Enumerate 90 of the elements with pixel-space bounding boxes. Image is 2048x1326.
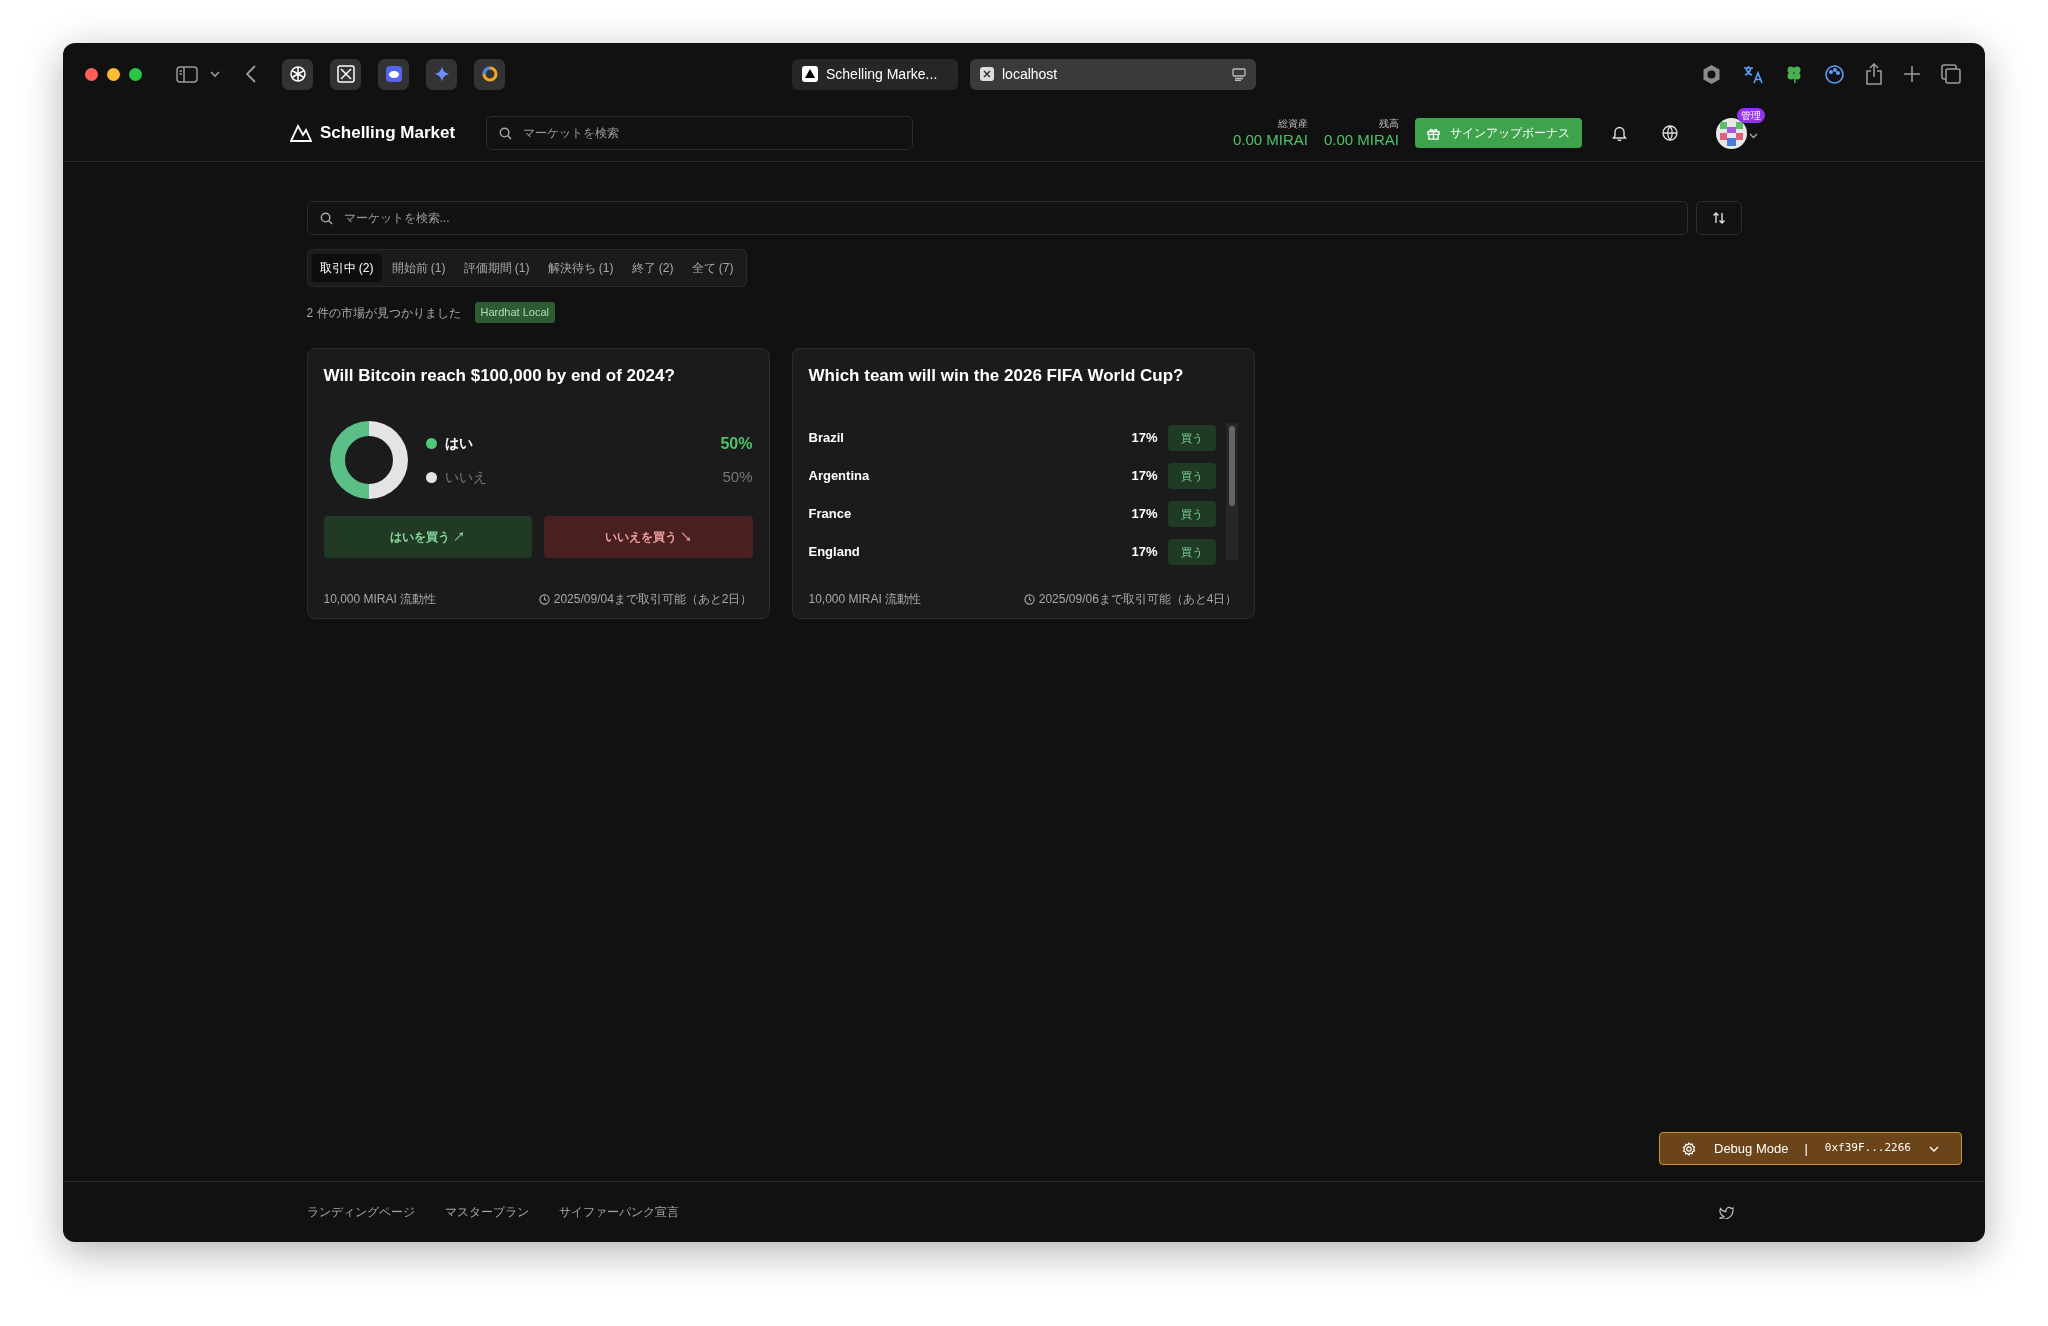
mountain-logo-icon[interactable]	[290, 124, 312, 142]
separator: |	[1804, 1139, 1808, 1158]
gear-icon	[1682, 1141, 1696, 1156]
translate-icon[interactable]	[1742, 63, 1764, 85]
market-card[interactable]: Will Bitcoin reach $100,000 by end of 2024? はい 50% いいえ 50% はいを買う ↗ いいえを買う ↘ 10,000 MIRAI 流動性 2025/09/04まで取引可能（あと2日）	[306, 348, 770, 619]
market-title[interactable]: Will Bitcoin reach $100,000 by end of 2024?	[323, 365, 753, 387]
filter-tab[interactable]: 開始前 (1)	[383, 254, 454, 282]
outcome-label: はい	[444, 434, 473, 454]
zoom-window-button[interactable]	[129, 67, 142, 81]
buy-button[interactable]: 買う	[1167, 539, 1216, 565]
outcome-label: いいえ	[444, 467, 487, 487]
minimize-window-button[interactable]	[107, 67, 120, 81]
outcome-percent: 17%	[1131, 543, 1158, 562]
market-card[interactable]: Which team will win the 2026 FIFA World Cup? Brazil 17% 買う Argentina 17% 買う France 17% 買う England 17% 買う 10,000 MIRAI 流動性 2025/09/06まで取引可能（あと4日）	[791, 348, 1255, 619]
chevron-down-icon[interactable]	[210, 70, 220, 78]
buy-button[interactable]: 買う	[1167, 501, 1216, 527]
liquidity-text: 10,000 MIRAI 流動性	[808, 591, 922, 608]
deadline-text: 2025/09/06まで取引可能（あと4日）	[1038, 591, 1238, 608]
flower-knot-icon	[288, 65, 307, 83]
deadline-text: 2025/09/04まで取引可能（あと2日）	[553, 591, 753, 608]
sort-arrows-icon	[1711, 211, 1726, 225]
clock-icon	[1023, 593, 1035, 605]
sidebar-icon[interactable]	[176, 65, 198, 83]
brand-name[interactable]: Schelling Market	[320, 120, 456, 146]
browser-tab[interactable]: Schelling Marke...	[792, 58, 958, 90]
bell-icon[interactable]	[1612, 125, 1627, 141]
outcome-percent: 50%	[722, 466, 753, 487]
filter-tab[interactable]: 終了 (2)	[623, 254, 682, 282]
pinned-tab[interactable]	[378, 58, 409, 90]
footer-link[interactable]: マスタープラン	[444, 1203, 529, 1221]
search-icon	[499, 127, 513, 140]
footer-link[interactable]: ランディングページ	[306, 1203, 415, 1221]
balance-label: 残高	[1379, 117, 1399, 130]
outcome-percent: 17%	[1131, 505, 1158, 524]
buy-no-button[interactable]: いいえを買う ↘	[544, 516, 753, 558]
pinned-tab[interactable]	[330, 58, 361, 90]
sort-button[interactable]	[1695, 201, 1742, 235]
scrollbar[interactable]	[1225, 423, 1238, 560]
balance-value: 0.00 MIRAI	[1323, 130, 1399, 149]
filter-tab[interactable]: 評価期間 (1)	[455, 254, 538, 282]
result-count: 2 件の市場が見つかりました	[306, 304, 461, 322]
share-icon[interactable]	[1865, 63, 1883, 85]
footer-link[interactable]: サイファーパンク宣言	[558, 1203, 679, 1221]
network-badge: Hardhat Local	[474, 302, 555, 323]
gift-icon	[1427, 126, 1440, 140]
search-icon	[319, 212, 333, 225]
close-icon[interactable]	[980, 67, 994, 81]
chevron-down-icon	[1929, 1145, 1939, 1152]
plus-icon[interactable]	[1903, 65, 1921, 83]
filter-tab[interactable]: 解決待ち (1)	[539, 254, 622, 282]
debug-mode-bar[interactable]: Debug Mode | 0xf39F...2266	[1659, 1132, 1962, 1165]
pinned-tab[interactable]	[282, 58, 313, 90]
buy-button[interactable]: 買う	[1167, 463, 1216, 489]
globe-icon[interactable]	[1662, 125, 1678, 141]
team-name: England	[808, 543, 860, 562]
market-search-field[interactable]: マーケットを検索...	[306, 201, 1688, 235]
shield-icon[interactable]	[1701, 63, 1722, 85]
admin-badge: 管理	[1737, 107, 1765, 123]
triangle-logo-icon	[802, 66, 818, 82]
ring-icon	[480, 65, 499, 83]
chevron-down-icon[interactable]	[1749, 133, 1758, 139]
clock-icon	[538, 593, 550, 605]
market-title[interactable]: Which team will win the 2026 FIFA World Cup?	[808, 365, 1238, 387]
team-name: Argentina	[808, 467, 870, 486]
outcome-percent: 17%	[1131, 429, 1158, 448]
outcome-percent: 17%	[1131, 467, 1158, 486]
x-mark-icon	[336, 65, 355, 83]
bird-icon[interactable]	[1718, 1205, 1734, 1219]
filter-tab[interactable]: 全て (7)	[683, 254, 742, 282]
tabs-overview-icon[interactable]	[1941, 64, 1961, 84]
team-name: Brazil	[808, 429, 844, 448]
pinned-tab[interactable]	[474, 58, 505, 90]
outcome-percent: 50%	[720, 433, 753, 454]
reader-icon[interactable]	[1232, 67, 1246, 81]
team-name: France	[808, 505, 852, 524]
liquidity-text: 10,000 MIRAI 流動性	[323, 591, 437, 608]
close-window-button[interactable]	[85, 67, 98, 81]
search-field[interactable]: マーケットを検索	[486, 116, 914, 150]
filter-tab[interactable]: 取引中 (2)	[311, 254, 382, 282]
palette-icon[interactable]	[1824, 63, 1845, 85]
chat-icon	[384, 65, 403, 83]
balance-label: 総資産	[1277, 117, 1308, 130]
balance-value: 0.00 MIRAI	[1232, 130, 1308, 149]
back-icon[interactable]	[246, 65, 256, 83]
pinned-tab[interactable]	[426, 58, 457, 90]
wallet-address: 0xf39F...2266	[1824, 1140, 1911, 1157]
buy-yes-button[interactable]: はいを買う ↗	[323, 516, 532, 558]
browser-tab[interactable]: localhost	[970, 58, 1256, 90]
debug-mode-label: Debug Mode	[1714, 1139, 1789, 1158]
buy-button[interactable]: 買う	[1167, 425, 1216, 451]
